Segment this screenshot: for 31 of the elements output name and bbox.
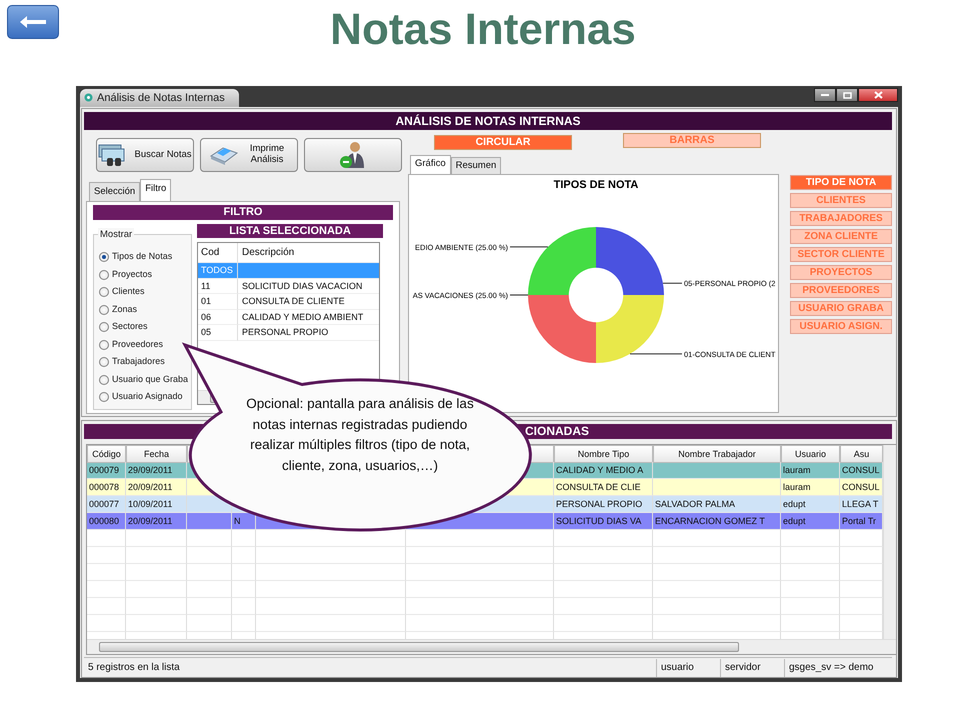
table-cell: 000080 — [87, 513, 126, 530]
list-cell: PERSONAL PROPIO — [238, 325, 379, 341]
column-header: Código — [87, 445, 126, 463]
section-header: ANÁLISIS DE NOTAS INTERNAS — [84, 112, 892, 130]
section-header: LISTA SELECCIONADA — [197, 224, 383, 238]
list-cell: SOLICITUD DIAS VACACION — [238, 278, 379, 294]
column-header: Nombre Tipo — [554, 445, 653, 463]
table-cell: edupt — [781, 513, 840, 530]
list-cell: TODOS — [198, 263, 238, 279]
list-cell: 11 — [198, 278, 238, 294]
status-text: usuario — [656, 658, 720, 676]
table-cell: SOLICITUD DIAS VA — [554, 513, 653, 530]
column-header: Nombre Trabajador — [653, 445, 781, 463]
list-cell: 05 — [198, 325, 238, 341]
column-header: Asu — [840, 445, 883, 463]
slide-title: Notas Internas — [329, 6, 637, 54]
table-cell: 20/09/2011 — [126, 513, 187, 530]
list-cell: CALIDAD Y MEDIO AMBIENT — [238, 310, 379, 326]
column-header: Usuario — [781, 445, 840, 463]
list-cell: CONSULTA DE CLIENTE — [238, 294, 379, 310]
window-title: Análisis de Notas Internas — [97, 90, 225, 106]
column-header: Fecha — [126, 445, 187, 463]
list-cell: 01 — [198, 294, 238, 310]
section-header: FILTRO — [93, 205, 393, 220]
chart-title: TIPOS DE NOTA — [554, 179, 638, 192]
status-text: servidor — [720, 658, 784, 676]
callout-text: Opcional: pantalla para análisis de las notas internas registradas pudiendo realizar múltiples filtros (tipo de nota, cliente, zona, usuarios,…) — [245, 395, 475, 475]
table-cell: ENCARNACION GOMEZ T — [653, 513, 781, 530]
list-cell: 06 — [198, 310, 238, 326]
status-text: 5 registros en la lista — [87, 660, 181, 674]
status-text: gsges_sv => demo — [784, 658, 892, 676]
